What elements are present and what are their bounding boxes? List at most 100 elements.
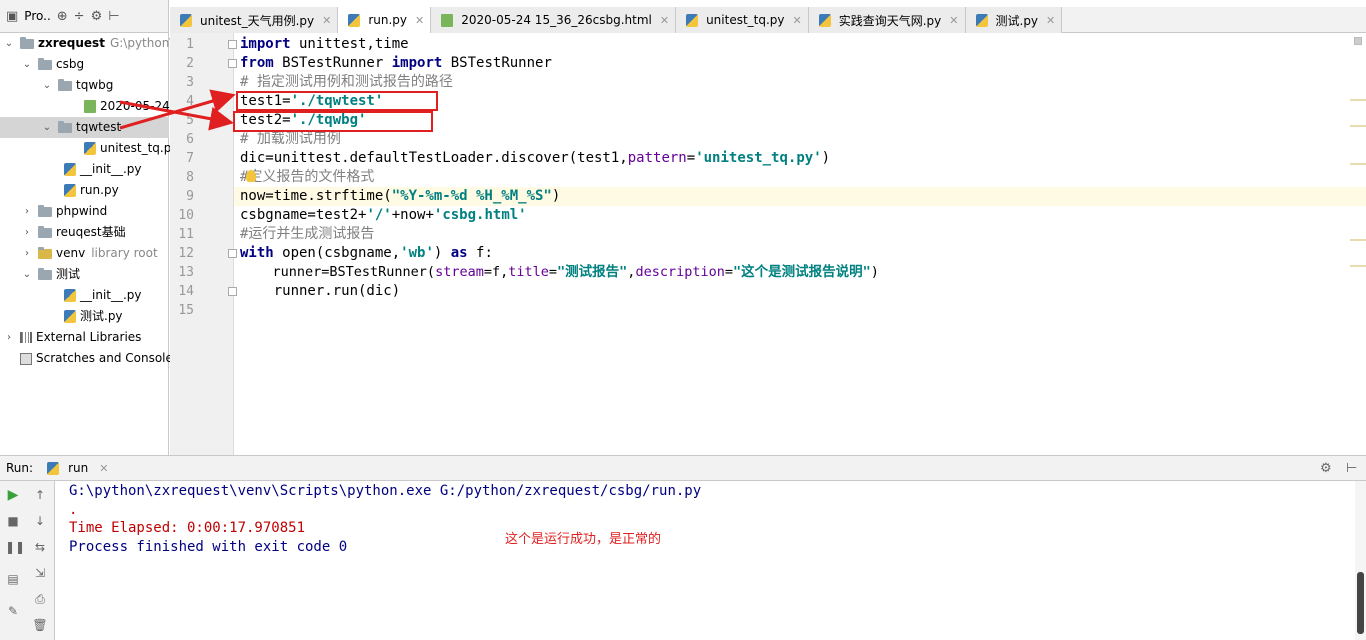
close-icon[interactable]: ✕	[1046, 14, 1055, 27]
fold-icon[interactable]	[228, 249, 237, 258]
html-file-icon	[441, 13, 454, 27]
tree-item-ceshi-py[interactable]: 测试.py	[60, 306, 123, 327]
stop-icon[interactable]: ■	[5, 513, 21, 529]
line-number: 15	[178, 303, 194, 318]
fold-icon[interactable]	[228, 287, 237, 296]
settings-icon[interactable]: ⚙	[91, 9, 103, 24]
project-view-icon[interactable]: ▣	[6, 9, 18, 24]
tree-item-label: Scratches and Consoles	[36, 351, 180, 365]
python-file-icon	[64, 289, 76, 302]
python-file-icon	[975, 13, 988, 27]
code-line-3: # 指定测试用例和测试报告的路径	[240, 74, 453, 90]
layout-icon[interactable]: ▤	[5, 571, 21, 587]
folder-icon	[38, 204, 52, 217]
close-icon[interactable]: ✕	[793, 14, 802, 27]
scroll-up-icon[interactable]: ↑	[32, 487, 48, 503]
close-icon[interactable]: ✕	[660, 14, 669, 27]
scroll-to-end-icon[interactable]: ⇲	[32, 565, 48, 581]
tab-ceshi-py[interactable]: 测试.py ✕	[965, 7, 1063, 33]
folder-icon	[38, 246, 52, 259]
chevron-down-icon[interactable]: ⌄	[42, 117, 52, 138]
python-file-icon	[818, 13, 831, 27]
fold-icon[interactable]	[228, 40, 237, 49]
console-output-line: .	[69, 502, 78, 518]
chevron-right-icon[interactable]: ›	[4, 327, 14, 348]
chevron-down-icon[interactable]: ⌄	[22, 264, 32, 285]
tree-item-external-libraries[interactable]: › External Libraries	[4, 327, 141, 348]
tree-item-tqwtest[interactable]: ⌄ tqwtest	[0, 117, 169, 138]
tree-item-init-2[interactable]: __init__.py	[60, 285, 142, 306]
tab-label: unitest_天气用例.py	[200, 13, 315, 28]
python-file-icon	[47, 461, 60, 475]
run-console[interactable]: G:\python\zxrequest\venv\Scripts\python.…	[55, 481, 1355, 640]
print-icon[interactable]: ⎙	[32, 591, 48, 607]
tree-item-phpwind[interactable]: › phpwind	[22, 201, 107, 222]
project-toolbar: ▣ Pro.. ⊕ ÷ ⚙ ⊢	[0, 0, 168, 33]
trash-icon[interactable]: 🗑	[32, 617, 48, 633]
tree-item-init[interactable]: __init__.py	[60, 159, 142, 180]
chevron-down-icon[interactable]: ⌄	[4, 33, 14, 54]
chevron-down-icon[interactable]: ⌄	[22, 54, 32, 75]
hide-icon[interactable]: ⊢	[108, 9, 119, 24]
stripe-mark[interactable]	[1350, 99, 1366, 101]
tab-report-html[interactable]: 2020-05-24 15_36_26csbg.html ✕	[431, 7, 677, 33]
close-icon[interactable]: ✕	[322, 14, 331, 27]
line-number: 13	[178, 265, 194, 280]
tree-item-label: tqwtest	[76, 120, 122, 134]
tree-item-reuqest[interactable]: › reuqest基础	[22, 222, 126, 243]
code-line-2: from BSTestRunner import BSTestRunner	[240, 55, 552, 71]
python-file-icon	[64, 163, 76, 176]
stripe-mark[interactable]	[1350, 239, 1366, 241]
tab-practice-weather[interactable]: 实践查询天气网.py ✕	[808, 7, 966, 33]
stripe-mark[interactable]	[1350, 265, 1366, 267]
tree-item-run-py[interactable]: run.py	[60, 180, 119, 201]
stripe-mark[interactable]	[1350, 163, 1366, 165]
tree-item-venv[interactable]: › venv library root	[22, 243, 158, 264]
inspection-indicator[interactable]	[1354, 37, 1362, 45]
console-output-line: Time Elapsed: 0:00:17.970851	[69, 520, 306, 536]
code-line-8: #定义报告的文件格式	[240, 169, 375, 185]
line-number: 8	[186, 170, 194, 185]
library-icon	[20, 332, 32, 343]
tree-item-unitest-tq[interactable]: unitest_tq.py	[80, 138, 178, 159]
close-icon[interactable]: ✕	[949, 14, 958, 27]
tree-item-csbg[interactable]: ⌄ csbg	[22, 54, 84, 75]
tree-item-tqwbg[interactable]: ⌄ tqwbg	[42, 75, 114, 96]
tree-item-label: reuqest基础	[56, 225, 126, 239]
tree-item-zxrequest[interactable]: ⌄ zxrequest G:\python\z	[4, 33, 180, 54]
chevron-right-icon[interactable]: ›	[22, 243, 32, 264]
tree-item-scratches[interactable]: Scratches and Consoles	[10, 348, 179, 369]
close-icon[interactable]: ✕	[99, 462, 108, 475]
tree-item-ceshi[interactable]: ⌄ 测试	[22, 264, 80, 285]
chevron-down-icon[interactable]: ⌄	[42, 75, 52, 96]
scratches-icon	[20, 352, 32, 365]
chevron-right-icon[interactable]: ›	[22, 201, 32, 222]
lightbulb-icon[interactable]	[246, 170, 256, 182]
tab-label: 实践查询天气网.py	[838, 13, 942, 28]
close-icon[interactable]: ✕	[415, 14, 424, 27]
tree-item-label: unitest_tq.py	[100, 141, 179, 155]
scroll-down-icon[interactable]: ↓	[32, 513, 48, 529]
tree-item-report-html[interactable]: 2020-05-24	[80, 96, 170, 117]
chevron-right-icon[interactable]: ›	[22, 222, 32, 243]
pin-icon[interactable]: ✎	[5, 603, 21, 619]
minimize-icon[interactable]: ⊢	[1346, 461, 1357, 476]
line-number: 2	[186, 56, 194, 71]
tab-unitest-tq[interactable]: unitest_tq.py ✕	[676, 7, 809, 33]
tab-label: run.py	[368, 13, 408, 27]
pause-icon[interactable]: ❚❚	[5, 539, 25, 555]
fold-icon[interactable]	[228, 59, 237, 68]
rerun-icon[interactable]: ▶	[5, 487, 21, 503]
run-tab[interactable]: run ✕	[43, 461, 108, 475]
stripe-mark[interactable]	[1350, 125, 1366, 127]
tab-unitest-weather[interactable]: unitest_天气用例.py ✕	[170, 7, 339, 33]
gear-icon[interactable]: ⚙	[1320, 461, 1332, 476]
soft-wrap-icon[interactable]: ⇆	[32, 539, 48, 555]
locate-icon[interactable]: ⊕	[57, 9, 68, 24]
console-scroll-thumb[interactable]	[1357, 572, 1364, 634]
collapse-icon[interactable]: ÷	[74, 9, 85, 24]
line-number: 5	[186, 113, 194, 128]
project-title[interactable]: Pro..	[24, 9, 50, 23]
tab-run-py[interactable]: run.py ✕	[338, 7, 432, 33]
line-number: 9	[186, 189, 194, 204]
